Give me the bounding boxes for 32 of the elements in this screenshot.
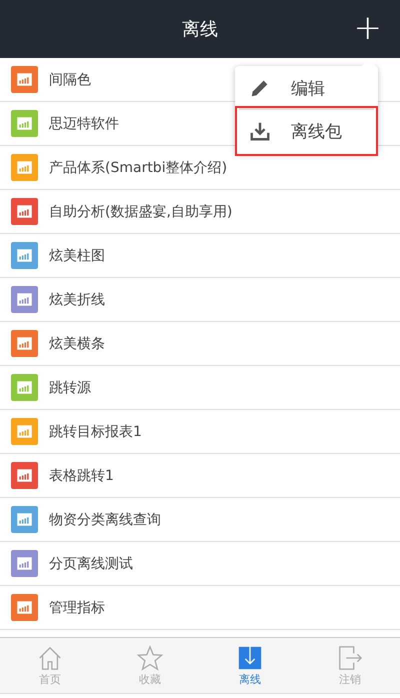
menu-item[interactable]: 编辑 bbox=[239, 68, 374, 110]
report-list-item[interactable]: 物资分类离线查询 bbox=[0, 498, 400, 542]
report-list-item[interactable]: 炫美柱图 bbox=[0, 234, 400, 278]
report-name: 炫美柱图 bbox=[49, 246, 105, 264]
report-name: 思迈特软件 bbox=[49, 114, 119, 132]
report-name: 跳转目标报表1 bbox=[49, 422, 142, 440]
page-title: 离线 bbox=[182, 18, 218, 41]
report-name: 表格跳转1 bbox=[49, 466, 114, 484]
report-name: 物资分类离线查询 bbox=[49, 510, 161, 528]
download-icon bbox=[249, 120, 271, 142]
report-name: 产品体系(Smartbi整体介绍) bbox=[49, 158, 228, 176]
home-icon bbox=[37, 644, 63, 670]
report-list-item[interactable]: 炫美折线 bbox=[0, 278, 400, 322]
report-list-item[interactable]: 炫美横条 bbox=[0, 322, 400, 366]
tab[interactable]: 离线 bbox=[200, 638, 300, 693]
report-name: 间隔色 bbox=[49, 70, 91, 88]
report-name: 自助分析(数据盛宴,自助享用) bbox=[49, 202, 232, 220]
report-list-item[interactable]: 跳转目标报表1 bbox=[0, 410, 400, 454]
report-name: 跳转源 bbox=[49, 378, 91, 396]
report-list-item[interactable]: 分页离线测试 bbox=[0, 542, 400, 586]
report-list-item[interactable]: 表格跳转1 bbox=[0, 454, 400, 498]
logout-icon bbox=[337, 644, 363, 670]
report-name: 管理指标 bbox=[49, 598, 105, 616]
star-icon bbox=[137, 644, 163, 670]
download-icon bbox=[237, 644, 263, 670]
report-list-item[interactable]: 自助分析(数据盛宴,自助享用) bbox=[0, 190, 400, 234]
report-list-item[interactable]: 跳转源 bbox=[0, 366, 400, 410]
report-name: 炫美横条 bbox=[49, 334, 105, 352]
report-list-item[interactable]: 管理指标 bbox=[0, 586, 400, 630]
add-button[interactable]: + bbox=[348, 8, 388, 48]
report-name: 炫美折线 bbox=[49, 290, 105, 308]
report-name: 分页离线测试 bbox=[49, 554, 133, 572]
